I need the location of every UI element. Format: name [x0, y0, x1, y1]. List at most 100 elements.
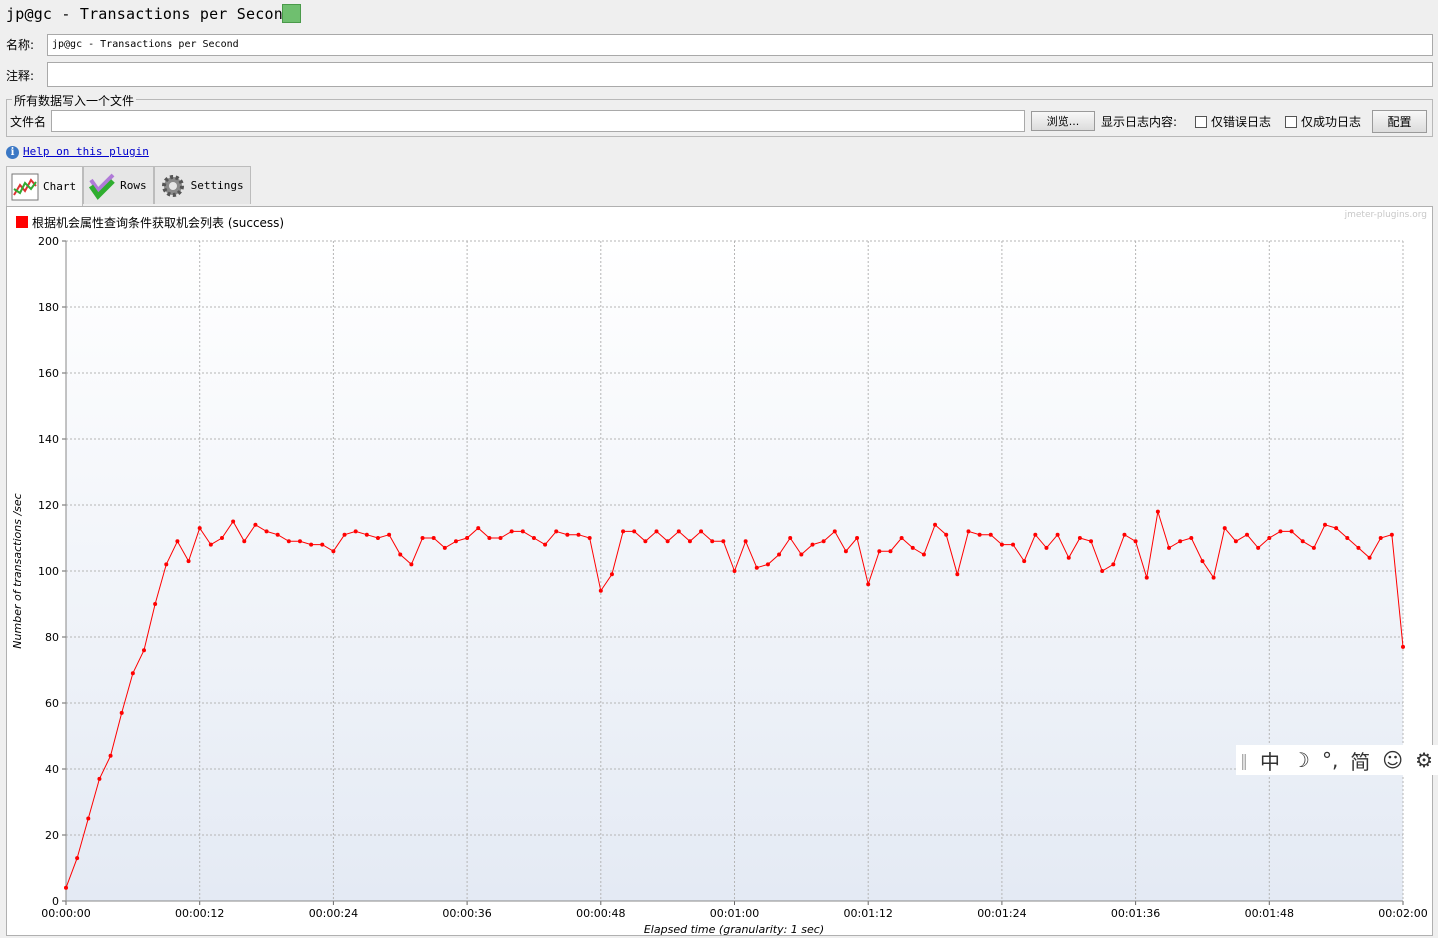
- comment-label: 注释:: [6, 68, 35, 83]
- data-point: [153, 602, 158, 606]
- data-point: [75, 856, 80, 861]
- tab-chart[interactable]: Chart: [6, 166, 84, 206]
- name-input[interactable]: jp@gc - Transactions per Second: [47, 34, 1433, 56]
- data-point: [1356, 545, 1361, 550]
- x-tick-label: 00:00:24: [309, 907, 358, 920]
- data-point: [231, 519, 236, 524]
- data-point: [977, 532, 982, 537]
- success-only-checkbox[interactable]: [1285, 115, 1297, 128]
- data-point: [1100, 569, 1105, 573]
- data-point: [899, 536, 904, 540]
- data-point: [420, 536, 425, 540]
- errors-only-checkbox[interactable]: [1195, 115, 1207, 128]
- data-point: [710, 539, 715, 544]
- data-point: [877, 549, 882, 554]
- help-link[interactable]: Help on this plugin: [23, 145, 149, 158]
- data-point: [275, 532, 280, 537]
- errors-only-label: 仅错误日志: [1211, 115, 1272, 129]
- data-point: [1389, 532, 1394, 537]
- name-label: 名称:: [6, 37, 35, 52]
- data-point: [253, 522, 258, 527]
- data-point: [654, 529, 659, 534]
- config-button[interactable]: 配置: [1372, 110, 1427, 133]
- data-point: [509, 529, 514, 534]
- ime-chinese-mode-icon[interactable]: 中: [1260, 746, 1280, 775]
- data-point: [1334, 526, 1339, 531]
- ime-emoji-icon[interactable]: ☺: [1382, 748, 1403, 772]
- x-tick-label: 00:00:36: [442, 907, 491, 920]
- y-tick-label: 80: [45, 631, 59, 644]
- data-point: [64, 885, 68, 890]
- data-point: [788, 536, 793, 540]
- ime-simplified-icon[interactable]: 简: [1350, 746, 1370, 775]
- tab-chart-label: Chart: [43, 180, 77, 193]
- x-tick-label: 00:01:36: [1111, 907, 1160, 920]
- data-point: [1122, 532, 1127, 537]
- data-point: [955, 572, 960, 577]
- data-point: [565, 532, 570, 537]
- ime-moon-icon[interactable]: ☽: [1292, 748, 1310, 772]
- tab-rows[interactable]: Rows: [83, 166, 154, 204]
- tab-bar: Chart Rows Settings: [6, 166, 251, 206]
- ime-punctuation-icon[interactable]: °,: [1322, 748, 1338, 772]
- data-point: [1289, 529, 1294, 534]
- data-point: [832, 529, 837, 534]
- data-point: [1022, 559, 1027, 564]
- y-tick-label: 140: [38, 433, 59, 446]
- data-point: [375, 536, 380, 540]
- data-point: [364, 532, 369, 537]
- y-axis-label: Number of transactions /sec: [11, 493, 24, 648]
- y-tick-label: 100: [38, 565, 59, 578]
- data-point: [799, 552, 804, 557]
- data-point: [966, 529, 971, 534]
- data-point: [286, 539, 291, 544]
- y-tick-label: 60: [45, 697, 59, 710]
- data-point: [208, 542, 213, 547]
- data-point: [431, 536, 436, 540]
- data-point: [1200, 559, 1205, 564]
- filename-input[interactable]: [51, 110, 1025, 132]
- data-point: [242, 539, 247, 544]
- errors-only-option[interactable]: 仅错误日志: [1195, 113, 1271, 130]
- tab-settings-label: Settings: [190, 179, 244, 192]
- x-tick-label: 00:01:12: [843, 907, 892, 920]
- window-title: jp@gc - Transactions per Second: [6, 5, 293, 23]
- browse-button[interactable]: 浏览...: [1031, 111, 1095, 131]
- ime-settings-icon[interactable]: ⚙: [1415, 748, 1433, 772]
- data-point: [1178, 539, 1183, 544]
- data-point: [888, 549, 893, 554]
- data-point: [1311, 545, 1316, 550]
- data-point: [721, 539, 726, 544]
- name-row: 名称:: [6, 36, 34, 52]
- file-group-title: 所有数据写入一个文件: [12, 92, 137, 109]
- data-point: [1211, 575, 1216, 580]
- comment-input[interactable]: [47, 62, 1433, 87]
- data-point: [921, 552, 926, 557]
- data-point: [999, 542, 1004, 547]
- data-point: [387, 532, 392, 537]
- ime-toolbar[interactable]: ‖ 中 ☽ °, 简 ☺ ⚙: [1236, 745, 1438, 775]
- data-point: [554, 529, 559, 534]
- data-point: [476, 526, 481, 531]
- ime-drag-handle[interactable]: ‖: [1240, 751, 1248, 770]
- y-tick-label: 200: [38, 235, 59, 248]
- data-point: [520, 529, 525, 534]
- data-point: [97, 776, 102, 781]
- data-point: [320, 542, 325, 547]
- y-tick-label: 20: [45, 829, 59, 842]
- data-point: [1278, 529, 1283, 534]
- x-tick-label: 00:01:24: [977, 907, 1026, 920]
- x-tick-label: 00:00:00: [41, 907, 90, 920]
- tab-settings[interactable]: Settings: [153, 166, 251, 204]
- x-tick-label: 00:01:48: [1245, 907, 1294, 920]
- data-point: [587, 536, 592, 540]
- success-only-option[interactable]: 仅成功日志: [1285, 113, 1361, 130]
- expand-icon[interactable]: [282, 4, 301, 23]
- data-point: [1077, 536, 1082, 540]
- data-point: [498, 536, 503, 540]
- window-title-bar: jp@gc - Transactions per Second: [6, 3, 292, 25]
- data-point: [676, 529, 681, 534]
- data-point: [398, 552, 403, 557]
- filename-label: 文件名: [10, 115, 47, 129]
- data-point: [264, 529, 269, 534]
